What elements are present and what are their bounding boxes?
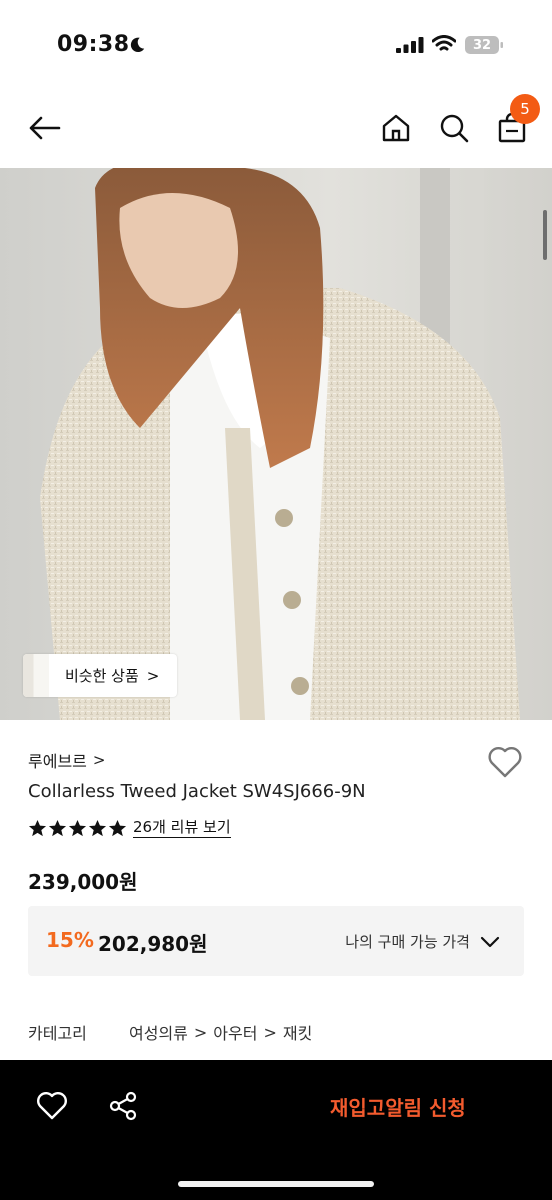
- brand-name: 루에브르: [28, 752, 87, 771]
- similar-products-label: 비슷한 상품: [65, 667, 139, 685]
- cellular-signal-icon: [396, 37, 424, 53]
- my-price-box[interactable]: 15% 202,980원 나의 구매 가능 가격: [28, 906, 524, 976]
- category-breadcrumb: 여성의류 > 아우터 > 재킷: [129, 1020, 312, 1044]
- wishlist-heart-icon[interactable]: [36, 1090, 68, 1122]
- cart-count-badge: 5: [510, 94, 540, 124]
- top-nav: [0, 90, 552, 168]
- discount-rate: 15%: [46, 928, 94, 952]
- share-icon[interactable]: [107, 1090, 139, 1122]
- category-outer[interactable]: 아우터: [213, 1020, 257, 1044]
- chevron-down-icon: [480, 936, 500, 947]
- chevron-right-icon: >: [92, 751, 106, 769]
- product-name: Collarless Tweed Jacket SW4SJ666-9N: [28, 781, 366, 802]
- bottom-action-bar: 재입고알림 신청: [0, 1060, 552, 1200]
- rating-stars: [28, 819, 127, 838]
- similar-products-button[interactable]: 비슷한 상품 >: [23, 654, 177, 697]
- star-icon: [48, 819, 67, 836]
- status-bar: 09:38 32: [0, 0, 552, 90]
- arrow-left-icon: [29, 116, 61, 140]
- category-women-clothing[interactable]: 여성의류: [129, 1020, 188, 1044]
- product-image[interactable]: [0, 168, 552, 720]
- home-indicator: [178, 1181, 374, 1187]
- sale-price: 202,980원: [98, 932, 208, 956]
- search-button[interactable]: [434, 108, 474, 148]
- star-icon: [88, 819, 107, 836]
- star-icon: [28, 819, 47, 836]
- heart-icon[interactable]: [487, 745, 523, 779]
- search-icon: [440, 114, 469, 143]
- chevron-right-icon: >: [146, 666, 160, 685]
- original-price: 239,000원: [28, 870, 138, 894]
- my-price-toggle[interactable]: 나의 구매 가능 가격: [345, 931, 500, 952]
- moon-icon: [130, 37, 145, 53]
- rating-row: 26개 리뷰 보기: [28, 818, 231, 838]
- wifi-icon: [432, 35, 456, 51]
- chevron-right-icon: >: [263, 1022, 277, 1042]
- similar-thumbnail: [23, 654, 49, 697]
- reviews-link[interactable]: 26개 리뷰 보기: [133, 818, 231, 838]
- brand-link[interactable]: 루에브르 >: [28, 748, 105, 772]
- star-icon: [108, 819, 127, 836]
- category-label: 카테고리: [28, 1024, 87, 1043]
- back-button[interactable]: [24, 108, 64, 148]
- product-photo: [0, 168, 552, 720]
- star-icon: [68, 819, 87, 836]
- home-icon: [382, 114, 410, 142]
- battery-indicator: 32: [464, 35, 504, 55]
- status-time: 09:38: [57, 32, 130, 57]
- battery-level: 32: [472, 37, 492, 53]
- my-price-label: 나의 구매 가능 가격: [345, 933, 470, 951]
- category-jacket[interactable]: 재킷: [283, 1020, 312, 1044]
- restock-alert-button[interactable]: 재입고알림 신청: [330, 1090, 466, 1122]
- scroll-indicator: [543, 210, 547, 260]
- home-button[interactable]: [376, 108, 416, 148]
- chevron-right-icon: >: [193, 1022, 208, 1042]
